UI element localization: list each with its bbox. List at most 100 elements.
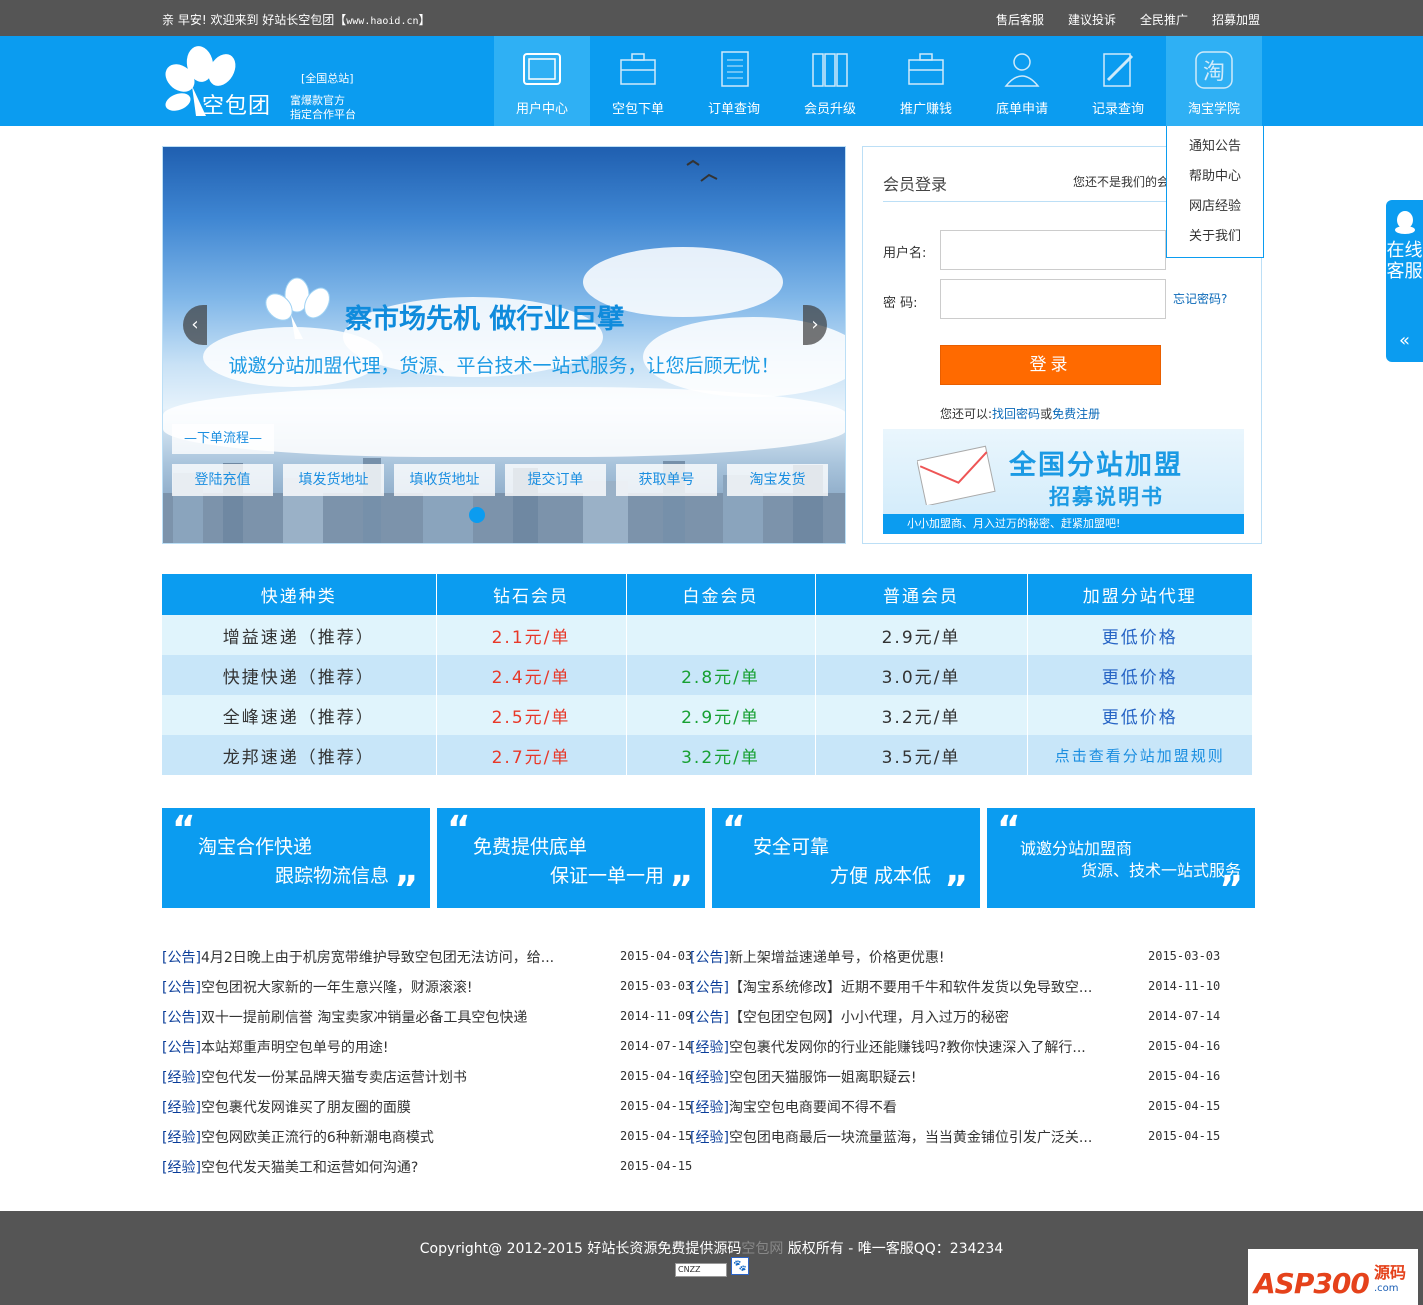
top-link-complaint[interactable]: 建议投诉 [1068,11,1116,28]
news-date: 2015-04-16 [1148,1039,1221,1053]
news-item[interactable]: [公告]新上架增益速递单号，价格更优惠! [690,947,945,967]
news-date: 2015-04-03 [620,949,693,963]
news-item[interactable]: [经验]空包代发天猫美工和运营如何沟通? [162,1157,418,1177]
login-button[interactable]: 登录 [940,345,1161,385]
nav-receipt-apply[interactable]: 底单申请 [974,36,1070,126]
slider-dot[interactable] [469,507,485,523]
news-item[interactable]: [经验]空包裹代发网谁买了朋友圈的面膜 [162,1097,411,1117]
main-nav: 用户中心 空包下单 订单查询 会员升级 推广赚钱 底单申请 记录查询 淘 淘宝学 [494,36,1262,126]
news-date: 2015-04-16 [1148,1069,1221,1083]
nav-member-upgrade[interactable]: 会员升级 [782,36,878,126]
news-date: 2015-04-15 [620,1129,693,1143]
quote-open-icon: “ [997,809,1021,850]
password-input[interactable] [940,279,1166,319]
news-item[interactable]: [公告]【淘宝系统修改】近期不要用千牛和软件发货以免导致空... [690,977,1092,997]
news-item[interactable]: [经验]空包代发一份某品牌天猫专卖店运营计划书 [162,1067,467,1087]
station-label: [全国总站] [301,72,354,85]
collapse-icon: « [1398,330,1410,351]
academy-dropdown: 通知公告 帮助中心 网店经验 关于我们 [1166,126,1264,258]
online-service-tab[interactable]: 在线客服 « [1386,200,1423,362]
franchise-ad[interactable]: 全国分站加盟 招募说明书 小小加盟商、月入过万的秘密、赶紧加盟吧! [883,429,1244,534]
nav-order-query[interactable]: 订单查询 [686,36,782,126]
table-row: 增益速递（推荐） 2.1元/单 2.9元/单 更低价格 [162,615,1252,655]
not-member-text: 您还不是我们的会员 [1073,175,1167,189]
svg-text:淘: 淘 [1203,60,1225,85]
lower-price-link[interactable]: 更低价格 [1026,695,1252,735]
lower-price-link[interactable]: 更低价格 [1026,615,1252,655]
table-row: 龙邦速递（推荐） 2.7元/单 3.2元/单 3.5元/单 点击查看分站加盟规则 [162,735,1252,775]
birds-icon [686,159,718,182]
order-flow-label: —下单流程— [172,424,274,454]
document-list-icon [721,51,749,87]
password-label: 密 码: [883,296,918,311]
news-item[interactable]: [公告]【空包团空包网】小小代理，月入过万的秘密 [690,1007,1009,1027]
feature-block: “ 免费提供底单 保证一单一用 ” [437,808,705,908]
news-item[interactable]: [公告]4月2日晚上由于机房宽带维护导致空包团无法访问，给... [162,947,554,967]
briefcase-icon [620,53,656,85]
news-item[interactable]: [经验]空包团天猫服饰一姐离职疑云! [690,1067,917,1087]
taobao-icon: 淘 [1195,51,1233,89]
news-item[interactable]: [公告]双十一提前刷信誉 淘宝卖家冲销量必备工具空包快递 [162,1007,527,1027]
site-url[interactable]: www.haoid.cn [346,16,418,27]
quote-open-icon: “ [722,809,746,850]
footer: Copyright@ 2012-2015 好站长资源免费提供源码空包网 版权所有… [0,1211,1423,1305]
top-link-join[interactable]: 招募加盟 [1212,11,1260,28]
news-date: 2015-04-15 [1148,1099,1221,1113]
lower-price-link[interactable]: 更低价格 [1026,655,1252,695]
news-item[interactable]: [经验]空包裹代发网你的行业还能赚钱吗?教你快速深入了解行... [690,1037,1086,1057]
dropdown-item-experience[interactable]: 网店经验 [1167,192,1263,222]
feature-block: “ 诚邀分站加盟商 货源、技术一站式服务 ” [987,808,1255,908]
table-row: 全峰速递（推荐） 2.5元/单 2.9元/单 3.2元/单 更低价格 [162,695,1252,735]
banner-subtitle: 诚邀分站加盟代理，货源、平台技术一站式服务，让您后顾无忧！ [228,355,780,377]
brand-name: 空包团 [202,94,272,119]
briefcase-icon [908,53,944,85]
register-link[interactable]: 免费注册 [1052,407,1100,421]
news-item[interactable]: [公告]空包团祝大家新的一年生意兴隆，财源滚滚! [162,977,473,997]
franchise-rules-link[interactable]: 点击查看分站加盟规则 [1026,735,1252,775]
top-link-promote[interactable]: 全民推广 [1140,11,1188,28]
news-date: 2014-07-14 [620,1039,693,1053]
news-date: 2014-11-09 [620,1009,693,1023]
dropdown-item-about[interactable]: 关于我们 [1167,222,1263,252]
ad-subtitle: 招募说明书 [1049,485,1164,509]
copyright: Copyright@ 2012-2015 好站长资源免费提供源码空包网 版权所有… [419,1241,1004,1257]
quote-close-icon: ” [944,869,968,910]
shell-logo-icon [265,277,330,339]
news-item[interactable]: [公告]本站郑重声明空包单号的用途! [162,1037,389,1057]
news-item[interactable]: [经验]空包团电商最后一块流量蓝海，当当黄金铺位引发广泛关... [690,1127,1092,1147]
table-row: 快捷快递（推荐） 2.4元/单 2.8元/单 3.0元/单 更低价格 [162,655,1252,695]
forgot-password-link[interactable]: 忘记密码? [1173,290,1227,307]
top-link-service[interactable]: 售后客服 [996,11,1044,28]
quote-close-icon: ” [1219,869,1243,910]
logo[interactable]: 空包团 [全国总站] 富爆款官方 指定合作平台 [162,46,362,121]
news-date: 2015-04-15 [620,1099,693,1113]
step-taobao-ship: 淘宝发货 [727,464,828,496]
nav-promote[interactable]: 推广赚钱 [878,36,974,126]
find-password-link[interactable]: 找回密码 [992,407,1040,421]
user-icon [1004,53,1040,87]
top-bar: 亲 早安! 欢迎来到 好站长空包团【www.haoid.cn】 售后客服 建议投… [0,0,1423,36]
col-header: 加盟分站代理 [1026,574,1252,615]
news-item[interactable]: [经验]淘宝空包电商要闻不得不看 [690,1097,897,1117]
nav-order[interactable]: 空包下单 [590,36,686,126]
dropdown-item-notice[interactable]: 通知公告 [1167,132,1263,162]
nav-taobao-academy[interactable]: 淘 淘宝学院 [1166,36,1262,126]
username-input[interactable] [940,230,1166,270]
table-header-row: 快递种类 钻石会员 白金会员 普通会员 加盟分站代理 [162,574,1252,615]
dropdown-item-help[interactable]: 帮助中心 [1167,162,1263,192]
step-get-number: 获取单号 [616,464,717,496]
prev-arrow-icon[interactable]: ‹ [183,305,207,345]
step-recharge: 登陆充值 [172,464,273,496]
col-header: 普通会员 [814,574,1027,615]
news-date: 2015-03-03 [620,979,693,993]
step-receiver-address: 填收货地址 [394,464,495,496]
greeting: 亲 早安! 欢迎来到 好站长空包团【www.haoid.cn】 [162,13,431,27]
nav-user-center[interactable]: 用户中心 [494,36,590,126]
cnzz-badge[interactable]: CNZZ [675,1263,727,1277]
baidu-paw-icon[interactable]: 🐾 [731,1257,749,1275]
price-table: 快递种类 钻石会员 白金会员 普通会员 加盟分站代理 增益速递（推荐） 2.1元… [162,574,1252,775]
banner-slider[interactable]: 察市场先机 做行业巨擘 诚邀分站加盟代理，货源、平台技术一站式服务，让您后顾无忧… [162,146,846,544]
news-item[interactable]: [经验]空包网欧美正流行的6种新潮电商模式 [162,1127,434,1147]
nav-record-query[interactable]: 记录查询 [1070,36,1166,126]
ad-title: 全国分站加盟 [1009,450,1183,481]
